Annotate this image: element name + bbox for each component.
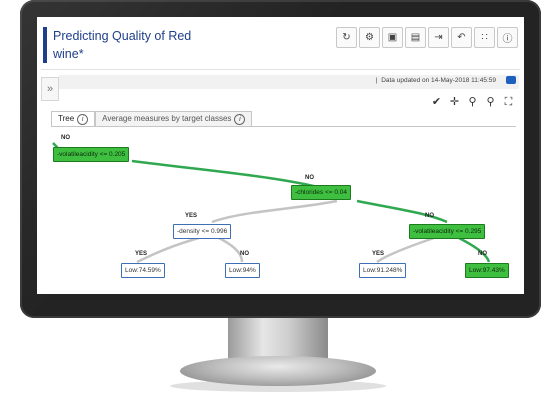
edge-label-leaf3: YES bbox=[372, 251, 385, 257]
node-density[interactable]: -density <= 0.996 bbox=[173, 224, 232, 239]
node-chlorides[interactable]: -chlorides <= 0.04 bbox=[291, 185, 352, 200]
leaf-low-4[interactable]: Low:97.43% bbox=[465, 263, 509, 278]
screen: Predicting Quality of Red wine* ↻ ⚙ ▣ ▤ … bbox=[37, 17, 524, 294]
edge-label-root: NO bbox=[61, 135, 70, 141]
monitor-base bbox=[180, 356, 376, 386]
edge-volatile2-leaf3 bbox=[376, 235, 438, 264]
leaf-low-2[interactable]: Low:94% bbox=[225, 263, 260, 278]
node-volatileacidity-root[interactable]: -volatileacidity <= 0.205 bbox=[53, 147, 130, 162]
edge-label-chlorides: NO bbox=[305, 175, 314, 181]
edge-volatile2-leaf4 bbox=[456, 235, 491, 263]
leaf-low-3[interactable]: Low:91.248% bbox=[359, 263, 407, 278]
edge-label-leaf1: YES bbox=[135, 251, 148, 257]
edge-density-leaf1 bbox=[136, 235, 203, 264]
edge-chlorides-density bbox=[211, 199, 338, 224]
edge-label-density: YES bbox=[185, 213, 198, 219]
edge-label-volatile2: NO bbox=[425, 213, 434, 219]
node-volatileacidity-2[interactable]: -volatileacidity <= 0.295 bbox=[409, 224, 486, 239]
edge-density-leaf2 bbox=[216, 235, 244, 263]
edge-label-leaf2: NO bbox=[240, 251, 249, 257]
edge-label-leaf4: NO bbox=[478, 251, 487, 257]
leaf-low-1[interactable]: Low:74.59% bbox=[121, 263, 165, 278]
monitor-neck bbox=[228, 318, 328, 360]
